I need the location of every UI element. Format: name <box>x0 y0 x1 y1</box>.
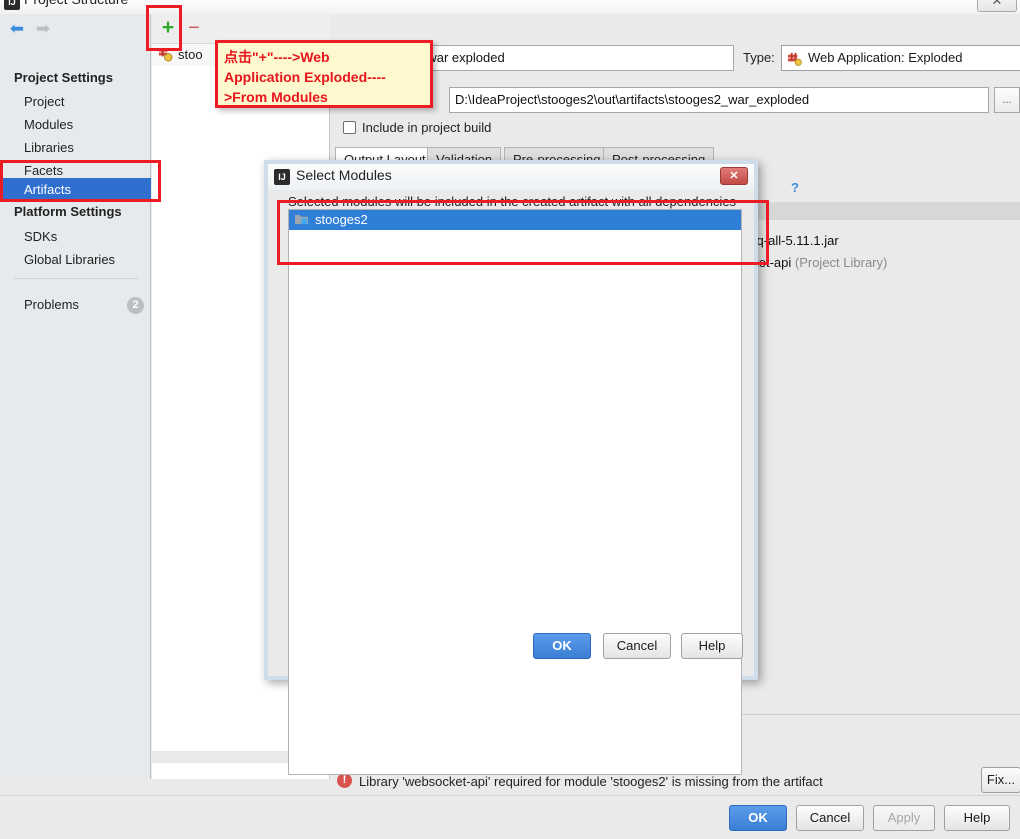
type-label: Type: <box>743 50 775 65</box>
ok-button[interactable]: OK <box>729 805 787 831</box>
settings-sidebar: ⬅ ➡ Project Settings Project Modules Lib… <box>0 14 151 779</box>
dialog-title: Select Modules <box>296 167 392 183</box>
artifact-type-dropdown[interactable]: Web Application: Exploded ▼ <box>781 45 1020 71</box>
web-application-artifact-icon <box>787 52 802 66</box>
sidebar-divider <box>14 278 138 279</box>
sidebar-heading-project-settings: Project Settings <box>14 70 113 85</box>
sidebar-item-libraries[interactable]: Libraries <box>0 136 151 159</box>
modules-list[interactable]: stooges2 <box>288 209 742 775</box>
back-arrow-icon[interactable]: ⬅ <box>6 18 28 40</box>
fix-button[interactable]: Fix... <box>981 767 1020 793</box>
dialog-footer: OK Cancel Apply Help <box>0 795 1020 839</box>
sidebar-item-project[interactable]: Project <box>0 90 151 113</box>
help-question-icon[interactable]: ? <box>791 180 799 195</box>
browse-button[interactable]: ... <box>994 87 1020 113</box>
forward-arrow-icon[interactable]: ➡ <box>32 18 54 40</box>
idea-logo-icon: IJ <box>4 0 20 10</box>
dialog-title-bar: IJ Select Modules ✕ <box>268 164 754 190</box>
dialog-buttons: OK Cancel Help <box>268 624 754 659</box>
available-elements-root-row[interactable]: s2 <box>726 202 1020 220</box>
annotation-highlight-artifacts-item <box>0 160 161 202</box>
error-icon: ! <box>337 773 352 788</box>
apply-button: Apply <box>873 805 935 831</box>
sidebar-heading-platform-settings: Platform Settings <box>14 204 122 219</box>
page-title: Project Structure <box>24 0 128 7</box>
close-icon[interactable]: ✕ <box>977 0 1017 12</box>
error-message: Library 'websocket-api' required for mod… <box>359 774 823 789</box>
help-button[interactable]: Help <box>681 633 743 659</box>
navigation-arrows: ⬅ ➡ <box>0 14 151 44</box>
output-directory-input[interactable]: D:\IdeaProject\stooges2\out\artifacts\st… <box>449 87 989 113</box>
include-in-project-build-label: Include in project build <box>362 120 492 135</box>
status-badge: 2 <box>127 297 144 314</box>
sidebar-item-sdks[interactable]: SDKs <box>0 225 151 248</box>
annotation-note: 点击"+"---->Web Application Exploded---- >… <box>215 40 433 108</box>
cancel-button[interactable]: Cancel <box>796 805 864 831</box>
project-structure-window: IJ Project Structure ✕ ⬅ ➡ Project Setti… <box>0 0 1020 839</box>
annotation-line-1: 点击"+"---->Web <box>224 49 330 65</box>
annotation-highlight-modules-list <box>277 200 769 265</box>
sidebar-item-modules[interactable]: Modules <box>0 113 151 136</box>
include-in-project-build-checkbox[interactable] <box>343 121 356 134</box>
sidebar-item-global-libraries[interactable]: Global Libraries <box>0 248 151 271</box>
ok-button[interactable]: OK <box>533 633 591 659</box>
artifact-type-value: Web Application: Exploded <box>808 50 963 65</box>
annotation-line-3: >From Modules <box>224 89 328 105</box>
cancel-button[interactable]: Cancel <box>603 633 671 659</box>
annotation-line-2: Application Exploded---- <box>224 69 386 85</box>
close-icon[interactable]: ✕ <box>720 167 748 185</box>
remove-artifact-button[interactable]: − <box>182 18 206 40</box>
idea-logo-icon: IJ <box>274 169 290 185</box>
help-button[interactable]: Help <box>944 805 1010 831</box>
available-element-note: (Project Library) <box>794 255 888 270</box>
artifact-name-input[interactable]: s2:war exploded <box>404 45 734 71</box>
annotation-highlight-add-button <box>146 5 182 51</box>
